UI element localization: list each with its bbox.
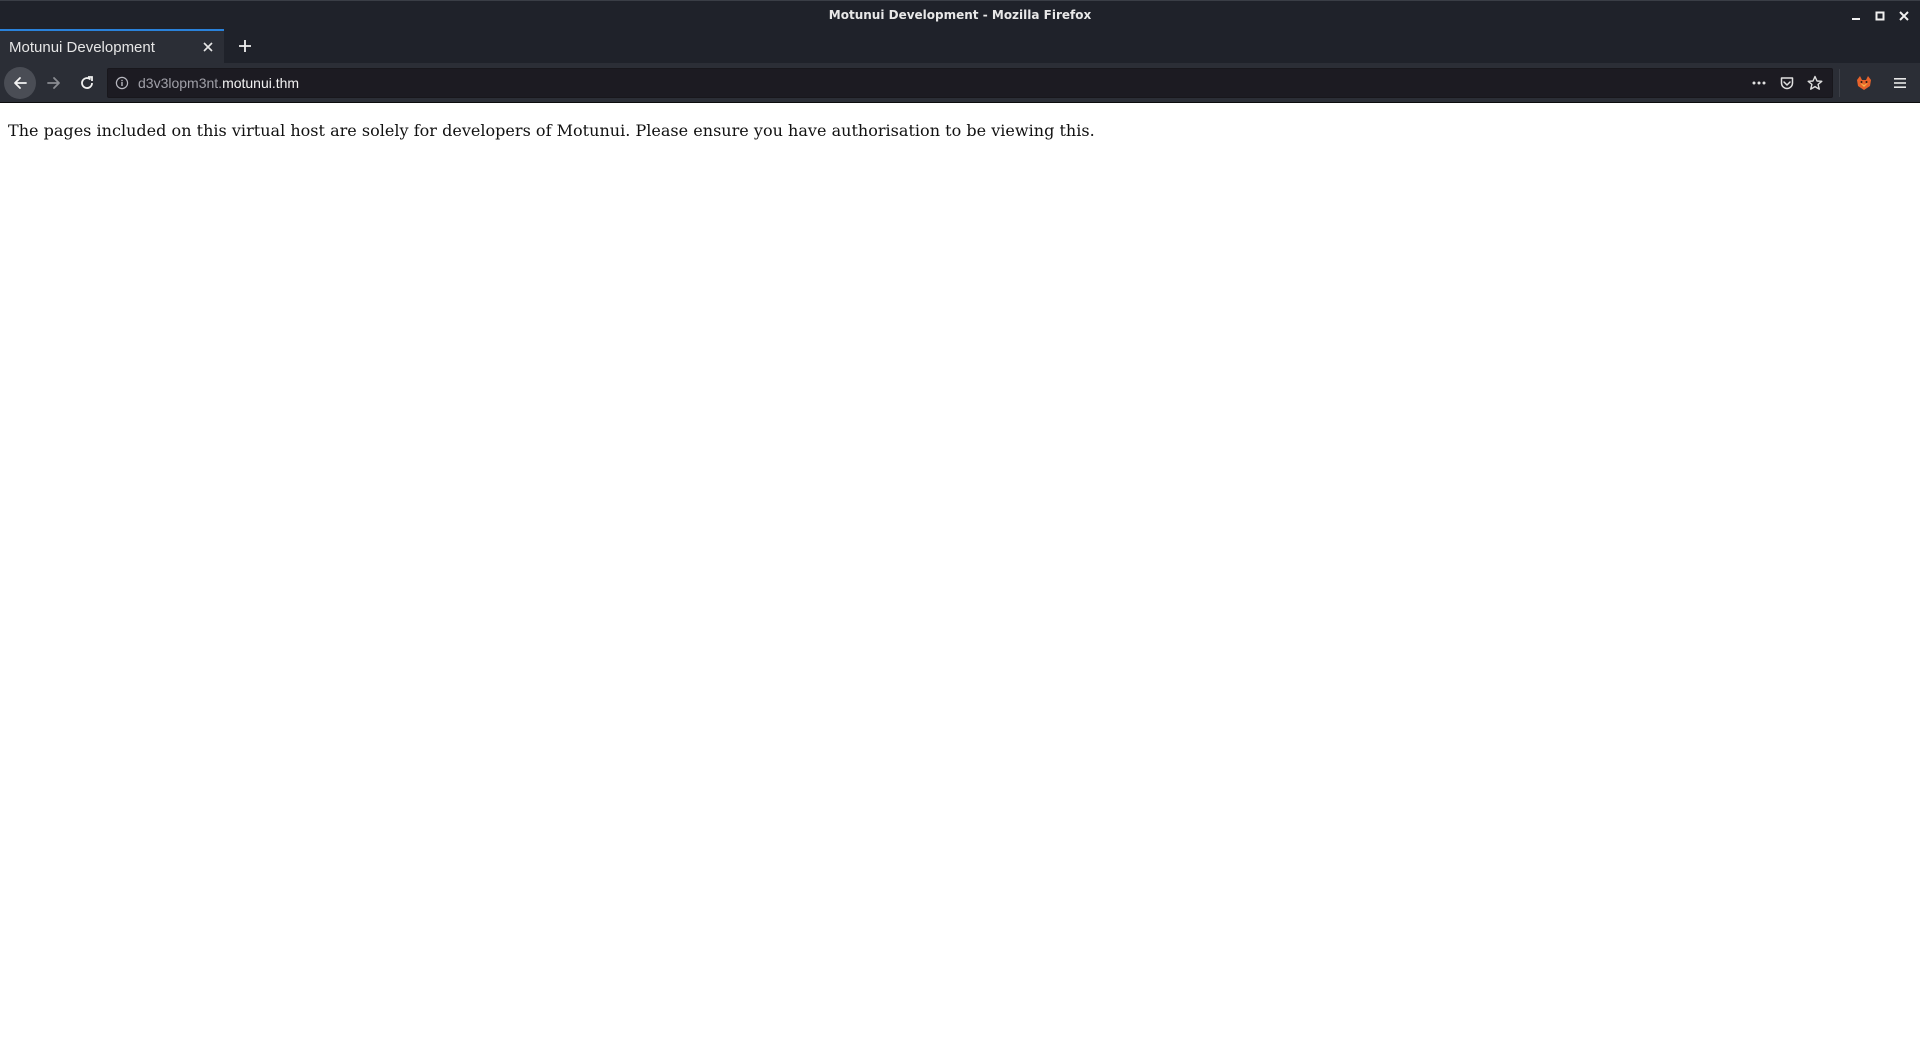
maximize-icon bbox=[1875, 11, 1885, 20]
toolbar-extensions bbox=[1839, 68, 1916, 97]
info-icon bbox=[115, 76, 129, 89]
menu-button[interactable] bbox=[1884, 69, 1916, 97]
star-icon bbox=[1807, 75, 1823, 90]
minimize-icon bbox=[1852, 17, 1860, 20]
site-info-button[interactable] bbox=[114, 75, 130, 91]
navigation-toolbar: d3v3lopm3nt.motunui.thm bbox=[0, 63, 1920, 103]
page-actions-button[interactable] bbox=[1748, 72, 1770, 94]
pocket-icon bbox=[1780, 76, 1794, 89]
forward-button[interactable] bbox=[38, 67, 70, 99]
window-controls bbox=[1846, 1, 1914, 30]
reload-button[interactable] bbox=[71, 67, 103, 99]
plus-icon bbox=[239, 40, 251, 52]
page-actions bbox=[1748, 72, 1826, 94]
bookmark-button[interactable] bbox=[1804, 72, 1826, 94]
back-button[interactable] bbox=[4, 66, 36, 99]
url-subdomain: d3v3lopm3nt. bbox=[138, 74, 223, 91]
maximize-button[interactable] bbox=[1870, 6, 1890, 26]
arrow-left-icon bbox=[14, 76, 27, 89]
more-horizontal-icon bbox=[1752, 81, 1766, 84]
url-bar[interactable]: d3v3lopm3nt.motunui.thm bbox=[107, 67, 1833, 98]
reload-icon bbox=[81, 75, 93, 89]
url-host: motunui.thm bbox=[222, 74, 300, 91]
tab-label: Motunui Development bbox=[9, 38, 155, 56]
fox-extension-icon bbox=[1857, 75, 1871, 90]
arrow-right-icon bbox=[47, 76, 60, 89]
tab-motunui-development[interactable]: Motunui Development bbox=[0, 29, 224, 63]
tab-strip: Motunui Development bbox=[0, 29, 1920, 63]
minimize-button[interactable] bbox=[1846, 6, 1866, 26]
extension-button[interactable] bbox=[1848, 69, 1880, 97]
pocket-button[interactable] bbox=[1776, 72, 1798, 94]
window-titlebar[interactable]: Motunui Development - Mozilla Firefox bbox=[0, 0, 1920, 29]
tab-close-button[interactable] bbox=[200, 39, 216, 55]
url-text[interactable]: d3v3lopm3nt.motunui.thm bbox=[138, 75, 1748, 91]
close-icon bbox=[203, 42, 213, 52]
close-icon bbox=[1899, 10, 1909, 21]
hamburger-menu-icon bbox=[1894, 77, 1906, 88]
browser-window: Motunui Development - Mozilla Firefox Mo… bbox=[0, 0, 1920, 1050]
window-title: Motunui Development - Mozilla Firefox bbox=[828, 8, 1092, 22]
new-tab-button[interactable] bbox=[228, 29, 262, 63]
close-window-button[interactable] bbox=[1894, 6, 1914, 26]
page-content: The pages included on this virtual host … bbox=[0, 103, 1920, 1050]
notice-text: The pages included on this virtual host … bbox=[8, 121, 1095, 140]
